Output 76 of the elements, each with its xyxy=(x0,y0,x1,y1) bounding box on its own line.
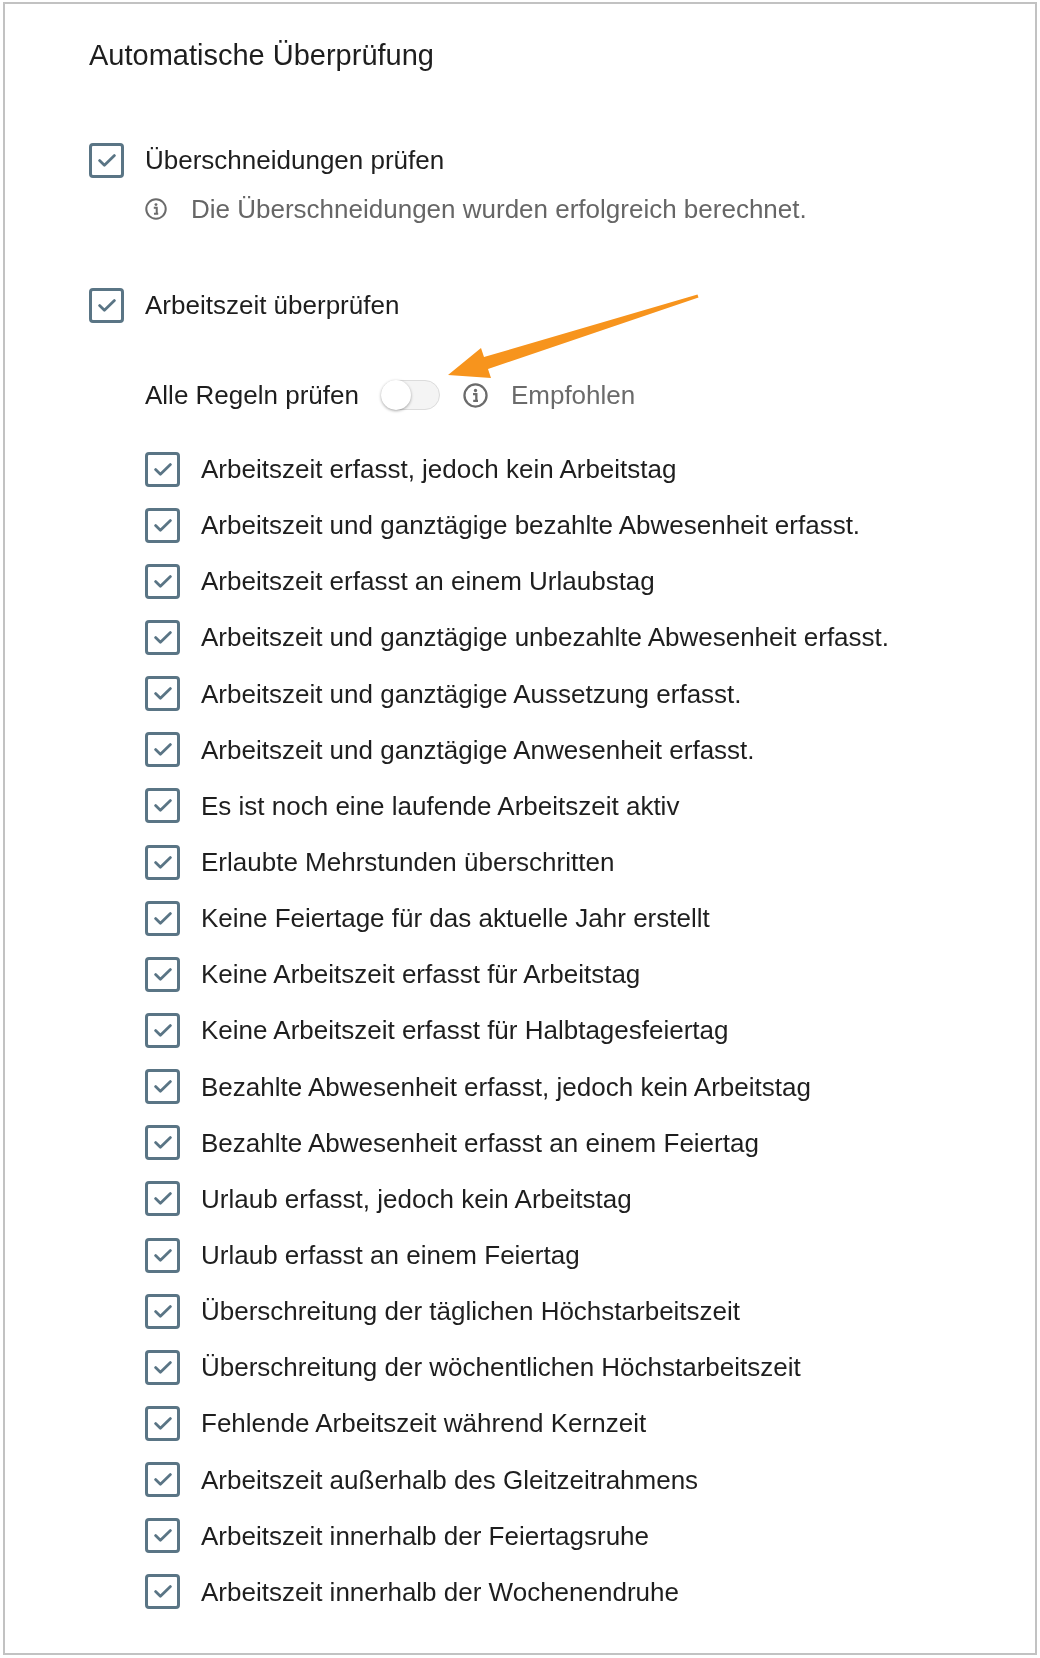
checkbox-label: Arbeitszeit außerhalb des Gleitzeitrahmens xyxy=(201,1464,699,1495)
info-message: Die Überschneidungen wurden erfolgreich berechnet. xyxy=(191,194,807,224)
checkmark-icon xyxy=(153,1304,172,1318)
checkbox[interactable] xyxy=(145,451,180,487)
checkbox-label: Es ist noch eine laufende Arbeitszeit aktiv xyxy=(201,790,680,821)
checkmark-icon xyxy=(153,1473,172,1487)
checkbox-label: Erlaubte Mehrstunden überschritten xyxy=(201,847,615,878)
checkbox[interactable] xyxy=(145,1069,180,1105)
checkbox[interactable] xyxy=(89,142,124,178)
checkbox-label: Arbeitszeit innerhalb der Wochenendruhe xyxy=(201,1576,679,1607)
checkbox-label: Arbeitszeit erfasst, jedoch kein Arbeitstag xyxy=(201,454,677,485)
checkmark-icon xyxy=(153,1248,172,1262)
section-title: Automatische Überprüfung xyxy=(89,40,434,70)
toggle-label: Alle Regeln prüfen xyxy=(145,380,359,410)
checkmark-icon xyxy=(153,1080,172,1094)
checkbox[interactable] xyxy=(145,1574,180,1610)
checkmark-icon xyxy=(153,799,172,813)
checkbox-label: Urlaub erfasst, jedoch kein Arbeitstag xyxy=(201,1183,632,1214)
checkbox-label: Arbeitszeit und ganztägige bezahlte Abwesenheit erfasst. xyxy=(201,510,861,541)
checkmark-icon xyxy=(153,518,172,532)
checkbox-label: Arbeitszeit erfasst an einem Urlaubstag xyxy=(201,566,655,597)
checkbox-label: Arbeitszeit überprüfen xyxy=(145,290,400,320)
checkbox-label: Arbeitszeit und ganztägige Anwesenheit erfasst. xyxy=(201,734,755,765)
checkmark-icon xyxy=(153,1529,172,1543)
checkmark-icon xyxy=(153,1360,172,1374)
checkmark-icon xyxy=(97,153,116,167)
checkbox[interactable] xyxy=(145,732,180,768)
checkbox[interactable] xyxy=(145,1462,180,1498)
checkmark-icon xyxy=(153,743,172,757)
checkbox-label: Bezahlte Abwesenheit erfasst an einem Feiertag xyxy=(201,1127,759,1158)
checkbox-label: Überschreitung der wöchentlichen Höchstarbeitszeit xyxy=(201,1352,801,1383)
checkbox-label: Arbeitszeit und ganztägige unbezahlte Abwesenheit erfasst. xyxy=(201,622,889,653)
checkbox[interactable] xyxy=(145,563,180,599)
checkbox[interactable] xyxy=(145,1518,180,1554)
checkbox[interactable] xyxy=(145,900,180,936)
checkbox[interactable] xyxy=(145,1349,180,1385)
checkbox[interactable] xyxy=(145,1181,180,1217)
checkbox[interactable] xyxy=(145,1293,180,1329)
checkbox-label: Keine Arbeitszeit erfasst für Halbtagesfeiertag xyxy=(201,1015,729,1046)
info-icon[interactable] xyxy=(462,382,488,408)
checkbox-label: Arbeitszeit innerhalb der Feiertagsruhe xyxy=(201,1520,650,1551)
checkmark-icon xyxy=(97,298,116,312)
checkmark-icon xyxy=(153,855,172,869)
checkbox-label: Arbeitszeit und ganztägige Aussetzung erfasst. xyxy=(201,678,742,709)
checkbox-label: Bezahlte Abwesenheit erfasst, jedoch kein Arbeitstag xyxy=(201,1071,811,1102)
checkbox[interactable] xyxy=(145,788,180,824)
checkmark-icon xyxy=(153,1585,172,1599)
checkmark-icon xyxy=(153,1416,172,1430)
checkmark-icon xyxy=(153,1136,172,1150)
checkbox[interactable] xyxy=(145,844,180,880)
checkbox[interactable] xyxy=(145,676,180,712)
checkmark-icon xyxy=(153,1192,172,1206)
checkbox-label: Keine Feiertage für das aktuelle Jahr erstellt xyxy=(201,903,710,934)
checkbox[interactable] xyxy=(145,1125,180,1161)
checkbox-label: Keine Arbeitszeit erfasst für Arbeitstag xyxy=(201,959,641,990)
checkmark-icon xyxy=(153,631,172,644)
checkbox[interactable] xyxy=(89,287,124,323)
toggle-switch[interactable] xyxy=(380,380,440,410)
checkbox-label: Fehlende Arbeitszeit während Kernzeit xyxy=(201,1408,647,1439)
checkmark-icon xyxy=(153,967,172,981)
checkbox[interactable] xyxy=(145,1405,180,1441)
checkmark-icon xyxy=(153,1023,172,1037)
checkbox[interactable] xyxy=(145,1012,180,1048)
checkmark-icon xyxy=(153,911,172,925)
checkbox-label: Urlaub erfasst an einem Feiertag xyxy=(201,1240,580,1271)
checkbox[interactable] xyxy=(145,507,180,543)
checkbox-label: Überschreitung der täglichen Höchstarbeitszeit xyxy=(201,1296,741,1327)
checkmark-icon xyxy=(153,574,172,588)
info-icon xyxy=(145,198,167,220)
checkmark-icon xyxy=(153,687,172,701)
checkbox-label: Überschneidungen prüfen xyxy=(145,145,445,175)
checkbox[interactable] xyxy=(145,620,180,655)
recommended-hint: Empfohlen xyxy=(510,380,636,410)
checkmark-icon xyxy=(153,462,172,476)
checkbox[interactable] xyxy=(145,1237,180,1273)
checkbox[interactable] xyxy=(145,956,180,992)
